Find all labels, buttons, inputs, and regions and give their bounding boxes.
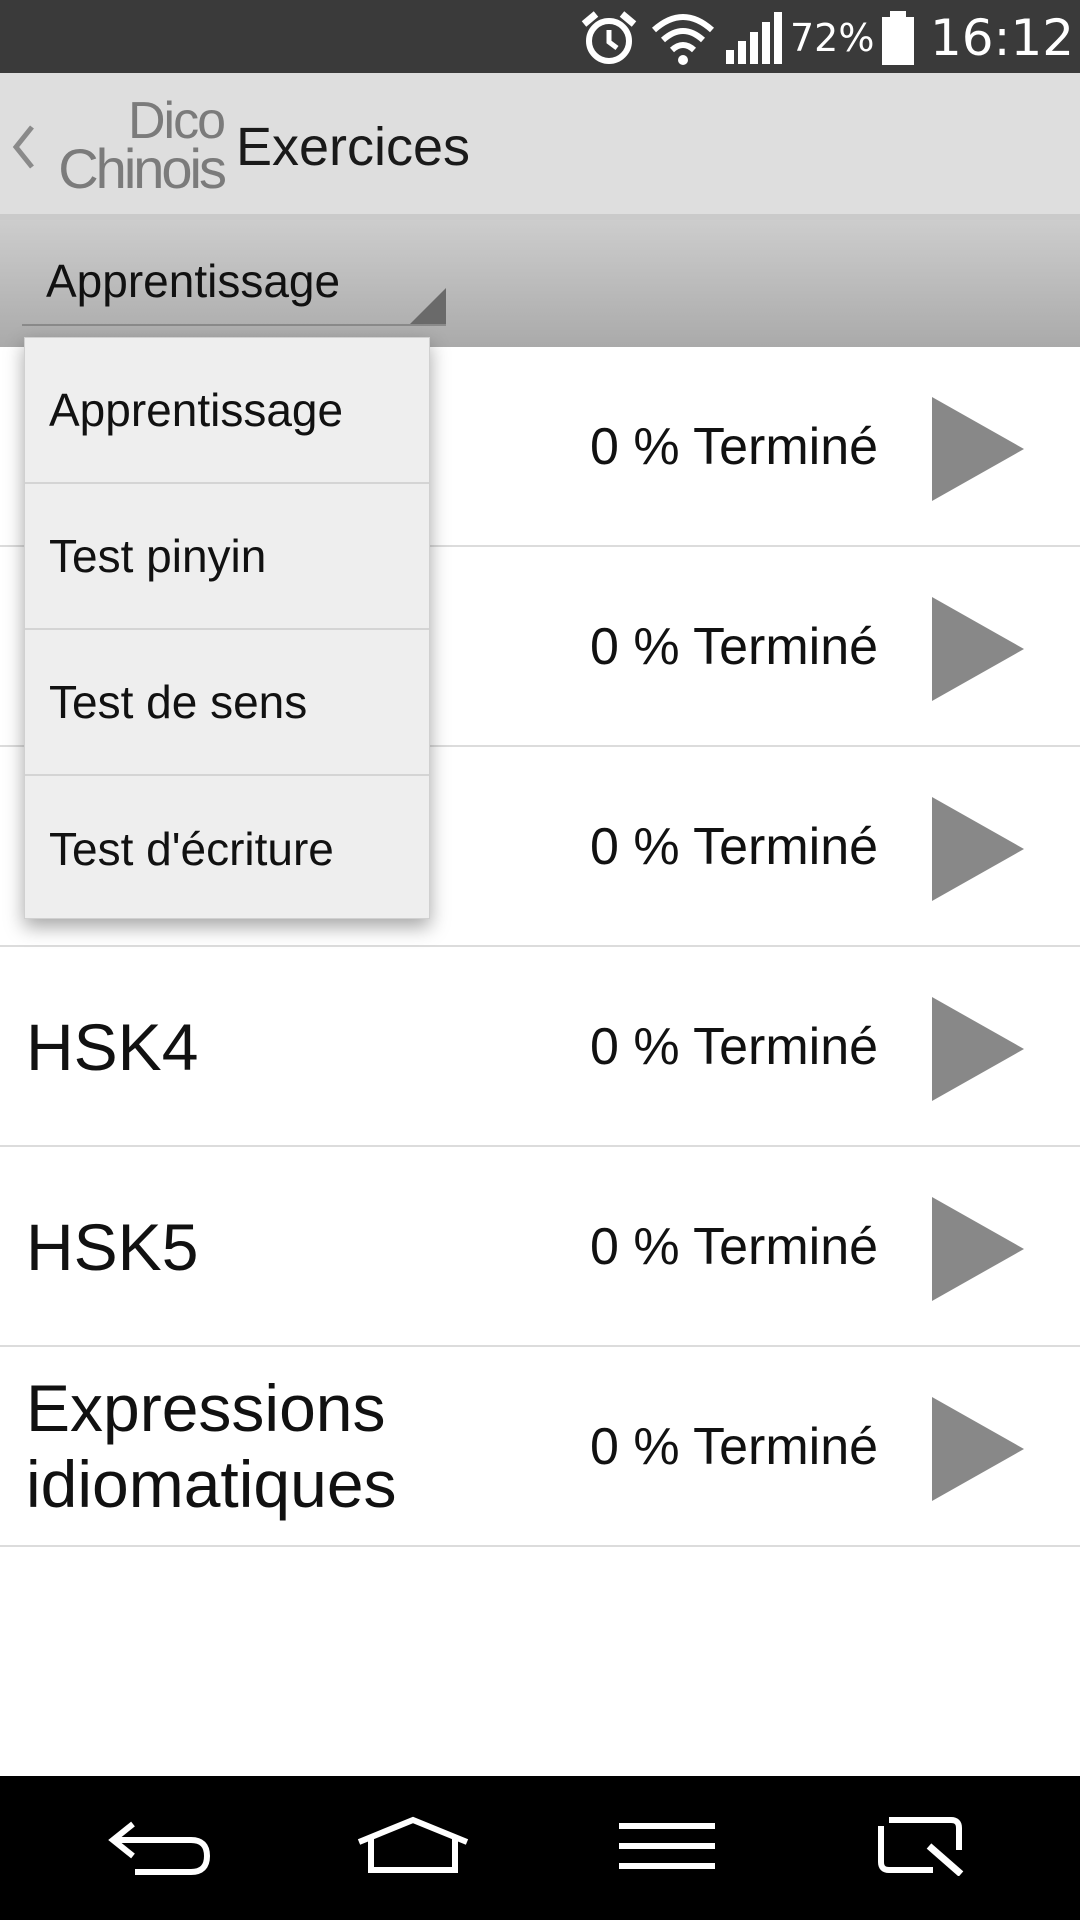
list-item-progress: 0 % Terminé [590,1218,879,1276]
list-item-progress: 0 % Terminé [590,1418,879,1476]
play-icon[interactable] [930,595,1026,703]
spinner-selected-label: Apprentissage [46,255,341,307]
back-icon[interactable] [95,1796,225,1896]
list-item-name: HSK5 [26,1210,199,1284]
action-bar: Dico Chinois Exercices [0,73,1080,220]
dropdown-option-test-ecriture[interactable]: Test d'écriture [25,776,429,922]
signal-icon [724,8,782,68]
list-item[interactable]: HSK4 0 % Terminé [0,947,1080,1147]
page-title: Exercices [236,117,471,177]
mode-dropdown: Apprentissage Test pinyin Test de sens T… [24,337,430,919]
navigation-bar [0,1776,1080,1920]
list-item-name: Expressions idiomatiques [26,1371,397,1521]
dropdown-option-apprentissage[interactable]: Apprentissage [25,338,429,484]
list-item-progress: 0 % Terminé [590,1018,879,1076]
list-item-progress: 0 % Terminé [590,618,879,676]
menu-icon[interactable] [602,1796,732,1896]
list-item-progress: 0 % Terminé [590,418,879,476]
play-icon[interactable] [930,795,1026,903]
play-icon[interactable] [930,995,1026,1103]
home-icon[interactable] [348,1796,478,1896]
clock: 16:12 [930,9,1075,67]
mode-spinner[interactable]: Apprentissage [22,236,446,326]
play-icon[interactable] [930,1195,1026,1303]
status-bar: 72% 16:12 [0,0,1080,73]
dropdown-option-test-pinyin[interactable]: Test pinyin [25,484,429,630]
wifi-icon [650,8,716,68]
spinner-triangle-icon [410,288,446,324]
battery-percent: 72% [790,16,875,60]
battery-icon [880,8,916,68]
dropdown-option-test-de-sens[interactable]: Test de sens [25,630,429,776]
list-item-name: HSK4 [26,1010,199,1084]
filter-bar: Apprentissage [0,220,1080,347]
app-logo[interactable]: Dico Chinois [34,95,227,200]
qslide-icon[interactable] [854,1796,984,1896]
logo-text-chinois: Chinois [58,137,227,200]
list-item[interactable]: Expressions idiomatiques 0 % Terminé [0,1347,1080,1547]
alarm-icon [580,8,638,68]
list-item[interactable]: HSK5 0 % Terminé [0,1147,1080,1347]
play-icon[interactable] [930,1395,1026,1503]
play-icon[interactable] [930,395,1026,503]
list-item-progress: 0 % Terminé [590,818,879,876]
